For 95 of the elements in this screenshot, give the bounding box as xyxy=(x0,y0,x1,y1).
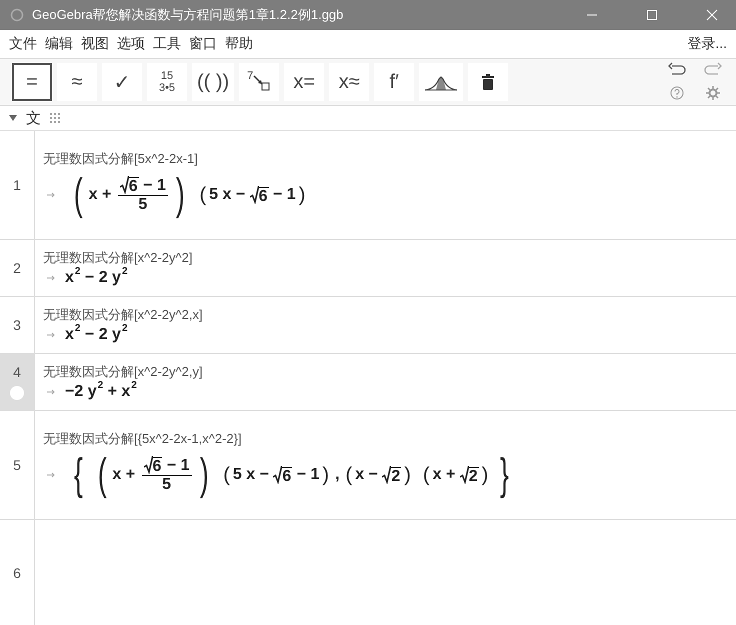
sort-icon[interactable] xyxy=(49,111,61,125)
bracket: ) xyxy=(198,450,210,500)
row-number[interactable]: 5 xyxy=(0,411,35,519)
math-text: − 1 xyxy=(296,466,320,484)
math-text: − 1 xyxy=(166,456,190,474)
exponent: 2 xyxy=(122,266,128,276)
exponent: 2 xyxy=(98,380,104,390)
menu-item[interactable]: 工具 xyxy=(152,35,182,53)
bracket: ( xyxy=(344,464,354,486)
radicand: 6 xyxy=(152,457,162,475)
output-arrow-icon xyxy=(47,472,55,478)
tool-button[interactable]: x= xyxy=(284,63,324,101)
text-style-button[interactable]: 文 xyxy=(26,108,41,128)
math-text: x + xyxy=(88,186,112,204)
tool-button[interactable]: 15 3•5 xyxy=(147,63,187,101)
radical-sign xyxy=(382,466,392,484)
tool-button[interactable]: x≈ xyxy=(329,63,370,101)
tool-button[interactable]: ✓ xyxy=(102,63,142,101)
radicand: 6 xyxy=(282,466,292,484)
exponent: 2 xyxy=(131,380,137,390)
input-text[interactable]: 无理数因式分解[x^2-2y^2] xyxy=(43,249,728,267)
bell-curve-icon xyxy=(424,73,458,91)
row-number[interactable]: 2 xyxy=(0,240,35,296)
math-text: − 1 xyxy=(272,186,296,204)
bracket: ) xyxy=(403,464,412,486)
radical-sign xyxy=(250,186,259,204)
output-arrow-icon xyxy=(47,332,55,338)
input-text[interactable]: 无理数因式分解[5x^2-2x-1] xyxy=(43,150,728,168)
bracket: ) xyxy=(480,464,490,486)
menu-item[interactable]: 编辑 xyxy=(44,35,74,53)
login-link[interactable]: 登录... xyxy=(686,35,728,53)
visibility-toggle[interactable] xyxy=(10,386,24,400)
input-text[interactable]: 无理数因式分解[x^2-2y^2,x] xyxy=(43,306,728,324)
menu-item[interactable]: 选项 xyxy=(116,35,146,53)
output-arrow-icon xyxy=(47,192,55,198)
tool-button[interactable]: f′ xyxy=(374,63,414,101)
math-text: , xyxy=(335,466,340,484)
radical-sign xyxy=(273,466,282,484)
radicand: 2 xyxy=(391,466,402,484)
math-text: 5 xyxy=(138,196,148,214)
radicand: 2 xyxy=(468,466,479,484)
input-text[interactable]: 无理数因式分解[x^2-2y^2,y] xyxy=(43,363,728,381)
bracket: ) xyxy=(298,184,306,206)
output-arrow-icon xyxy=(47,389,55,395)
window-title: GeoGebra帮您解决函数与方程问题第1章1.2.2例1.ggb xyxy=(32,6,344,24)
arrow-box-icon xyxy=(253,73,272,91)
math-text: − 2 y xyxy=(84,326,121,344)
bracket: ( xyxy=(198,184,208,206)
bracket: ( xyxy=(222,464,231,486)
math-text: x xyxy=(65,269,74,287)
math-text: x xyxy=(65,326,74,344)
math-text: x + xyxy=(432,466,456,484)
menu-item[interactable]: 窗口 xyxy=(188,35,218,53)
bracket: ) xyxy=(321,464,330,486)
math-text: x + xyxy=(112,466,136,484)
bracket: { xyxy=(72,450,84,500)
bracket: ( xyxy=(72,170,84,220)
bracket: ( xyxy=(422,464,431,486)
collapse-icon[interactable] xyxy=(8,113,18,123)
exponent: 2 xyxy=(74,266,80,276)
menu-item[interactable]: 文件 xyxy=(8,35,38,53)
row-number[interactable]: 3 xyxy=(0,297,35,353)
bracket: } xyxy=(499,450,510,500)
math-text: 5 xyxy=(162,476,171,494)
trash-icon xyxy=(482,74,494,90)
close-icon[interactable] xyxy=(706,9,718,21)
app-icon xyxy=(10,8,24,22)
math-text: x − xyxy=(355,466,379,484)
menu-item[interactable]: 帮助 xyxy=(224,35,254,53)
exponent: 2 xyxy=(122,322,128,334)
math-text: −2 y xyxy=(65,383,97,401)
bracket: ( xyxy=(96,450,108,500)
math-text: 5 x − xyxy=(232,466,270,484)
radical-sign xyxy=(460,466,469,484)
tool-button[interactable]: ≈ xyxy=(57,63,97,101)
math-text: − 1 xyxy=(142,176,166,194)
tool-button[interactable] xyxy=(468,63,508,101)
radicand: 6 xyxy=(128,177,139,195)
bracket: ) xyxy=(174,170,186,220)
exponent: 2 xyxy=(74,322,80,334)
menu-item[interactable]: 视图 xyxy=(80,35,110,53)
tool-button[interactable]: 7 xyxy=(239,63,280,101)
tool-button[interactable] xyxy=(419,63,464,101)
row-number: 6 xyxy=(0,520,35,625)
tool-button[interactable]: = xyxy=(12,63,52,101)
math-text: + x xyxy=(106,383,130,401)
row-number[interactable]: 1 xyxy=(0,131,35,239)
row-number[interactable]: 4 xyxy=(0,354,35,410)
input-text[interactable]: 无理数因式分解[{5x^2-2x-1,x^2-2}] xyxy=(43,430,728,448)
math-text: 5 x − xyxy=(209,186,246,204)
maximize-icon[interactable] xyxy=(646,9,658,21)
tool-button[interactable]: (( )) xyxy=(192,63,234,101)
output-arrow-icon xyxy=(47,275,55,281)
radicand: 6 xyxy=(258,186,269,204)
math-text: − 2 y xyxy=(84,269,121,287)
